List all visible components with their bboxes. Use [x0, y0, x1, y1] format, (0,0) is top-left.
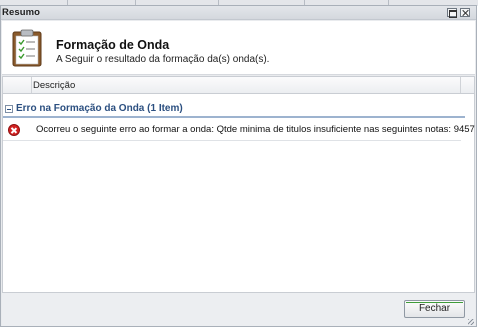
group-label: Erro na Formação da Onda (1 Item) — [16, 103, 183, 114]
maximize-icon[interactable] — [447, 8, 457, 18]
close-button[interactable]: Fechar — [404, 300, 465, 318]
error-icon — [8, 124, 20, 136]
close-icon[interactable] — [460, 8, 470, 17]
table-row[interactable]: Ocorreu o seguinte erro ao formar a onda… — [3, 120, 475, 141]
header-title: Formação de Onda — [56, 38, 170, 52]
column-header-status[interactable] — [3, 77, 32, 93]
results-grid: Descrição Erro na Formação da Onda (1 It… — [2, 76, 475, 292]
header-subtitle: A Seguir o resultado da formação da(s) o… — [56, 54, 270, 65]
window-title: Resumo — [2, 7, 41, 18]
clipboard-checklist-icon — [12, 29, 42, 67]
summary-window: Resumo Formação de Onda A Seguir o resul… — [0, 5, 477, 327]
window-header: Formação de Onda A Seguir o resultado da… — [2, 21, 475, 75]
row-description: Ocorreu o seguinte erro ao formar a onda… — [36, 124, 475, 135]
window-footer: Fechar — [2, 292, 475, 326]
resize-grip-icon[interactable] — [468, 319, 474, 325]
group-row-error[interactable]: Erro na Formação da Onda (1 Item) — [3, 102, 465, 118]
window-titlebar[interactable]: Resumo — [1, 6, 476, 20]
column-header-description[interactable]: Descrição — [33, 80, 75, 91]
grid-header: Descrição — [3, 77, 474, 94]
column-divider — [460, 77, 461, 93]
collapse-icon[interactable] — [5, 105, 13, 113]
